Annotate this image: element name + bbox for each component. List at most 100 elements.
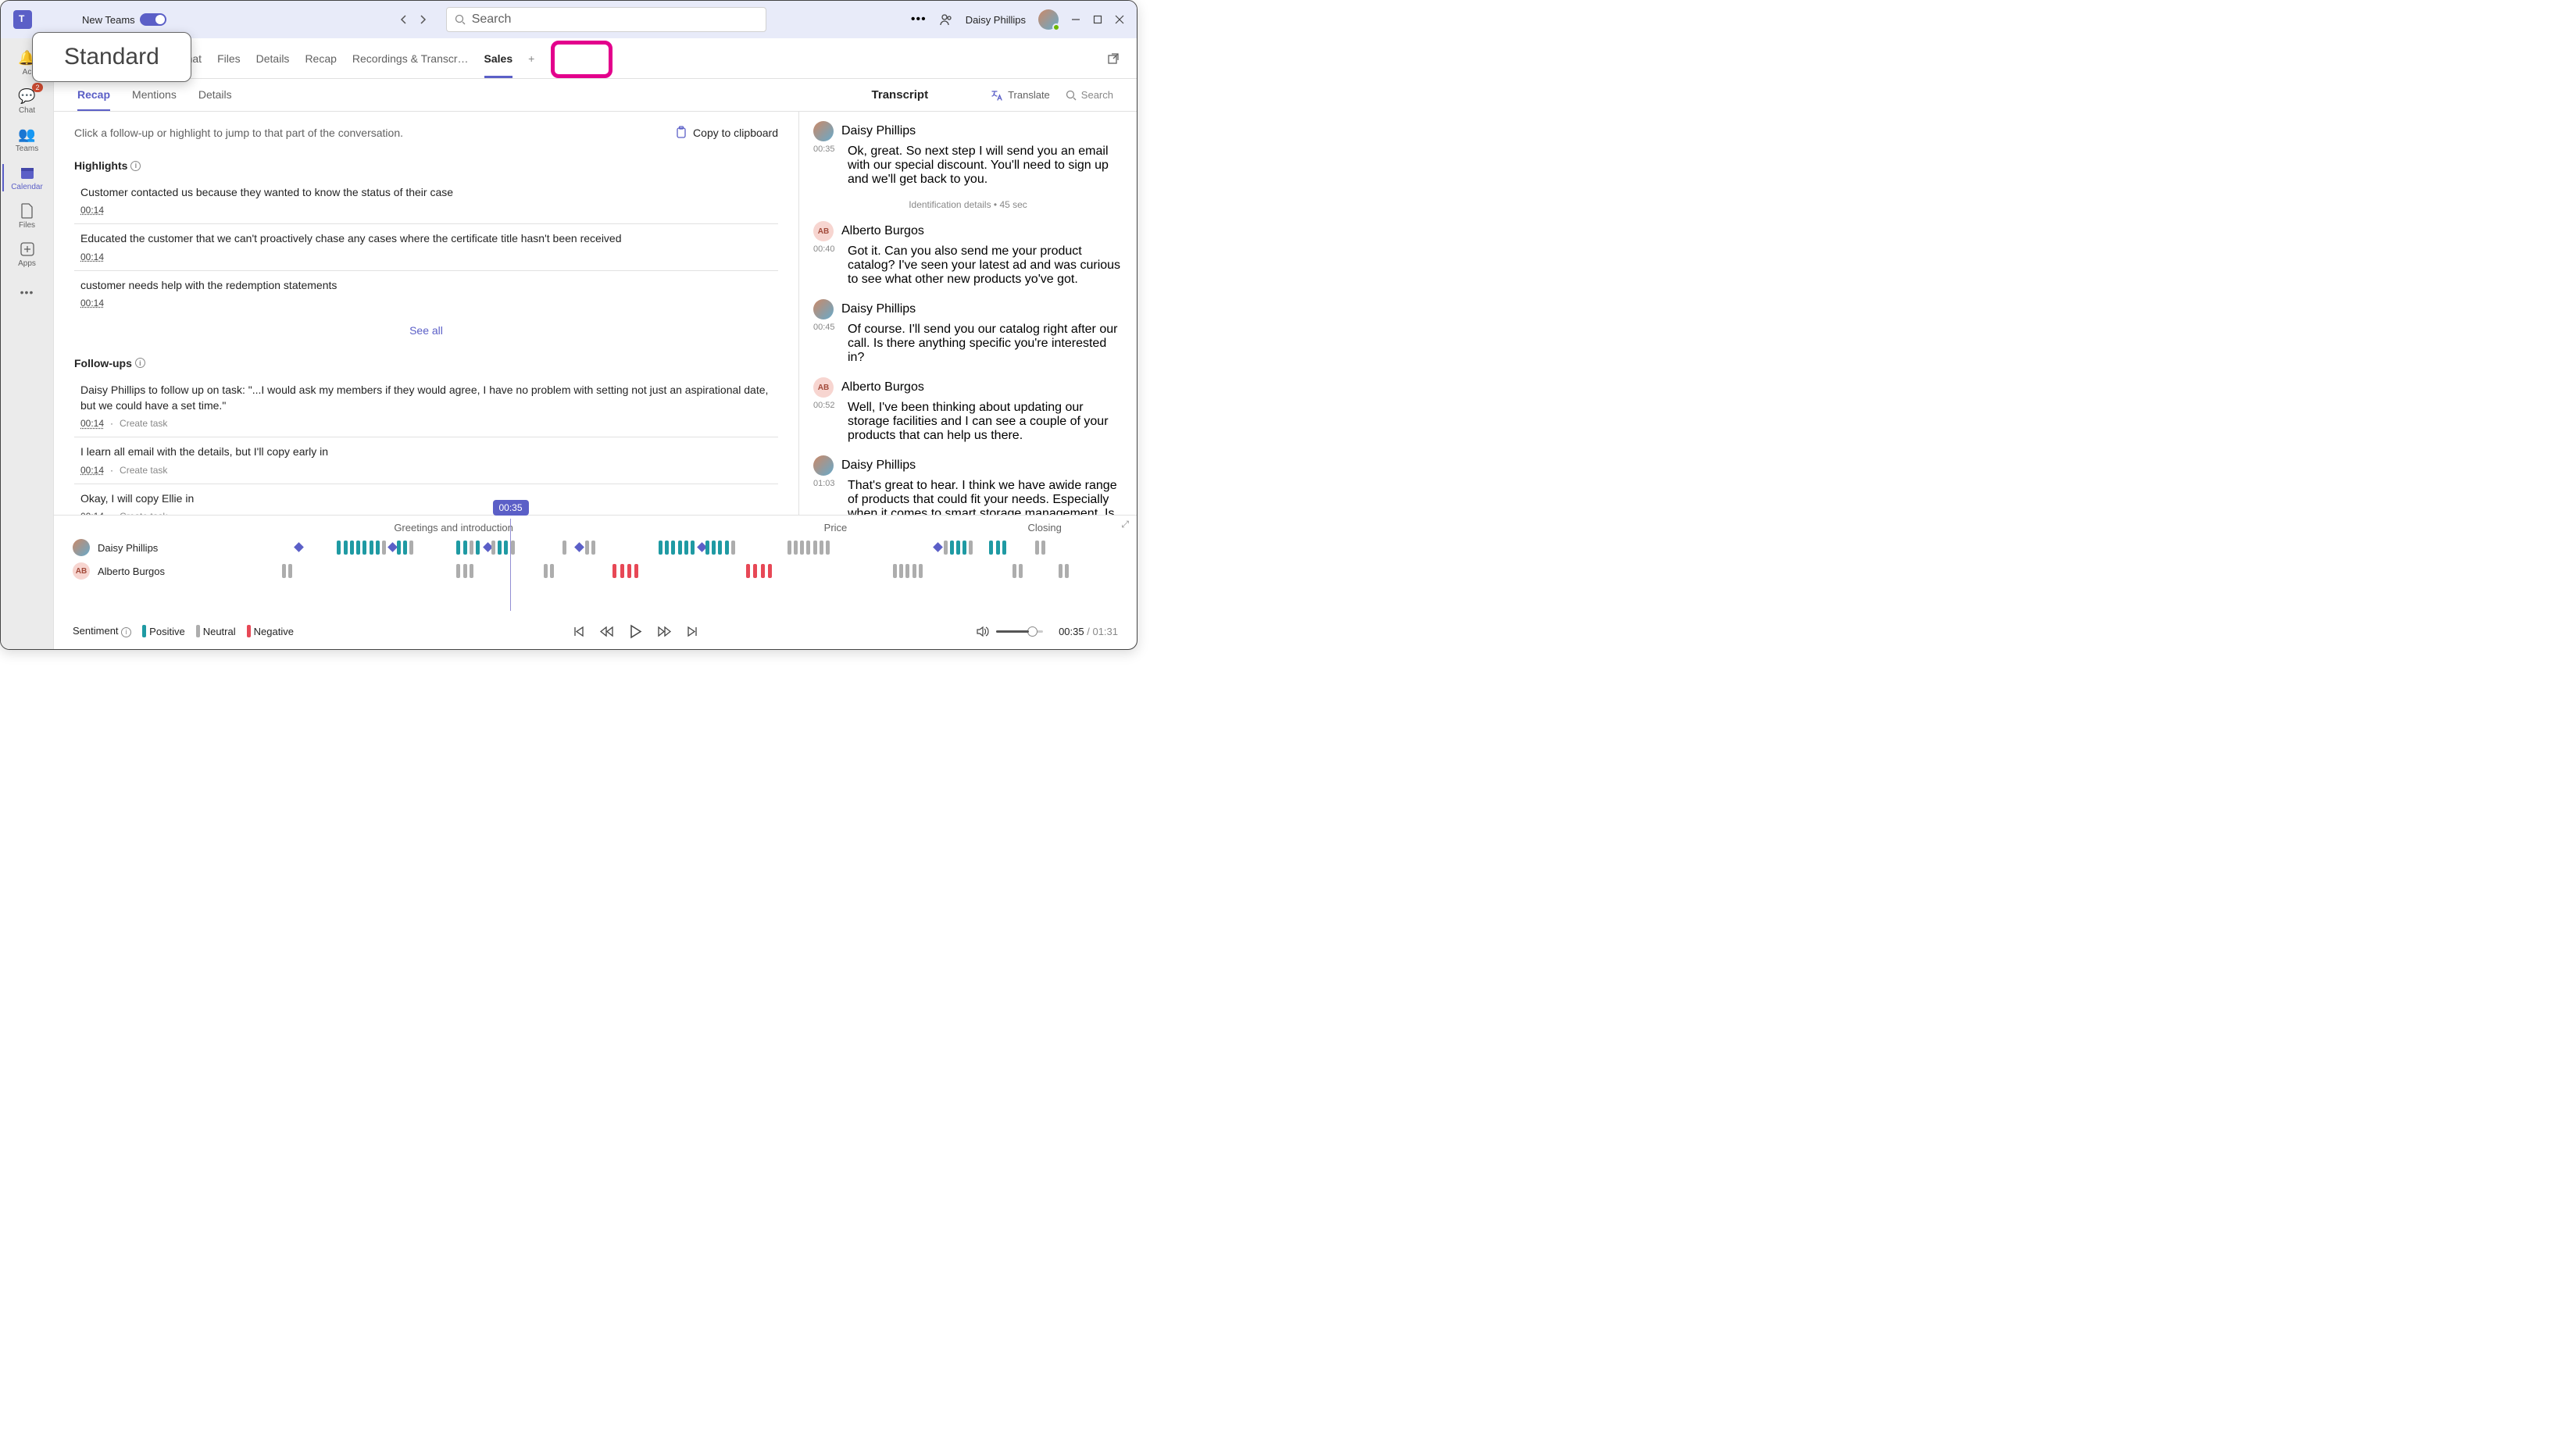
timeline-tick[interactable] [718, 541, 722, 555]
transcript-entry[interactable]: ABAlberto Burgos00:52Well, I've been thi… [813, 377, 1123, 443]
timeline-marker-diamond[interactable] [933, 542, 943, 552]
tab-recordings[interactable]: Recordings & Transcr… [352, 49, 469, 68]
timeline-tick[interactable] [337, 541, 341, 555]
timeline-tick[interactable] [944, 541, 948, 555]
timeline-tick[interactable] [382, 541, 386, 555]
subtab-details[interactable]: Details [198, 88, 232, 102]
timeline-tick[interactable] [659, 541, 662, 555]
timeline-tick[interactable] [826, 541, 830, 555]
info-icon[interactable]: i [121, 627, 131, 637]
timeline-tick[interactable] [969, 541, 973, 555]
create-task-link[interactable]: Create task [120, 465, 167, 476]
timeline-tick[interactable] [671, 541, 675, 555]
skip-next-icon[interactable] [687, 626, 698, 637]
new-teams-toggle[interactable] [140, 13, 166, 26]
nav-forward-icon[interactable] [418, 15, 427, 24]
transcript-entry[interactable]: Daisy Phillips00:45Of course. I'll send … [813, 299, 1123, 365]
timestamp-link[interactable]: 00:14 [80, 465, 104, 476]
timeline-tick[interactable] [350, 541, 354, 555]
translate-button[interactable]: Translate [991, 89, 1050, 102]
followup-item[interactable]: Okay, I will copy Ellie in [80, 491, 772, 506]
timeline-tick[interactable] [956, 541, 960, 555]
highlight-item[interactable]: Customer contacted us because they wante… [80, 184, 772, 200]
tab-files[interactable]: Files [217, 49, 241, 68]
timeline-tick[interactable] [370, 541, 373, 555]
popout-icon[interactable] [1107, 52, 1120, 65]
timeline-track-dp[interactable] [199, 541, 1118, 555]
more-icon[interactable]: ••• [911, 12, 927, 27]
rail-teams[interactable]: 👥 Teams [2, 121, 52, 158]
rail-apps[interactable]: Apps [2, 236, 52, 273]
info-icon[interactable]: i [135, 358, 145, 368]
timeline-tick[interactable] [470, 541, 473, 555]
timeline-tick[interactable] [905, 564, 909, 578]
people-icon[interactable] [939, 12, 953, 27]
timeline-tick[interactable] [712, 541, 716, 555]
timeline-tick[interactable] [1035, 541, 1039, 555]
volume-icon[interactable] [977, 626, 990, 637]
timeline-tick[interactable] [634, 564, 638, 578]
timeline-tick[interactable] [456, 564, 460, 578]
copy-to-clipboard-button[interactable]: Copy to clipboard [675, 126, 778, 139]
fastforward-icon[interactable] [658, 626, 671, 637]
timeline-tick[interactable] [820, 541, 823, 555]
info-icon[interactable]: i [130, 161, 141, 171]
play-icon[interactable] [629, 624, 642, 639]
timestamp-link[interactable]: 00:14 [80, 205, 104, 216]
expand-icon[interactable]: ⤢ [1121, 519, 1129, 530]
timeline-tick[interactable] [950, 541, 954, 555]
timeline-tick[interactable] [813, 541, 817, 555]
timeline-tick[interactable] [806, 541, 810, 555]
transcript-entry[interactable]: Daisy Phillips00:35Ok, great. So next st… [813, 121, 1123, 187]
timeline-tick[interactable] [731, 541, 735, 555]
timeline-tick[interactable] [504, 541, 508, 555]
timeline-tick[interactable] [511, 541, 515, 555]
followup-item[interactable]: Daisy Phillips to follow up on task: "..… [80, 382, 772, 414]
timeline-tick[interactable] [288, 564, 292, 578]
highlight-item[interactable]: customer needs help with the redemption … [80, 277, 772, 293]
rail-chat[interactable]: 💬 2 Chat [2, 83, 52, 120]
transcript-entry[interactable]: Daisy Phillips01:03That's great to hear.… [813, 455, 1123, 515]
tab-sales[interactable]: Sales [484, 49, 513, 68]
timeline-tick[interactable] [665, 541, 669, 555]
playhead[interactable]: 00:35 [510, 519, 511, 611]
rail-more[interactable]: ••• [2, 279, 52, 305]
timestamp-link[interactable]: 00:14 [80, 298, 104, 309]
followup-item[interactable]: I learn all email with the details, but … [80, 444, 772, 459]
rail-calendar[interactable]: Calendar [2, 159, 52, 196]
timeline-tick[interactable] [397, 541, 401, 555]
timeline-tick[interactable] [989, 541, 993, 555]
timeline-tick[interactable] [684, 541, 688, 555]
timeline-tick[interactable] [996, 541, 1000, 555]
timeline-tick[interactable] [491, 541, 495, 555]
timeline-marker-diamond[interactable] [574, 542, 584, 552]
timeline-tick[interactable] [591, 541, 595, 555]
timeline-tick[interactable] [899, 564, 903, 578]
tab-recap[interactable]: Recap [305, 49, 336, 68]
transcript-search[interactable]: Search [1066, 89, 1113, 101]
timeline-tick[interactable] [463, 541, 467, 555]
timeline-tick[interactable] [761, 564, 765, 578]
window-close-icon[interactable] [1115, 15, 1124, 24]
timeline-tick[interactable] [725, 541, 729, 555]
timeline-tick[interactable] [498, 541, 502, 555]
user-avatar[interactable] [1038, 9, 1059, 30]
timeline-tick[interactable] [463, 564, 467, 578]
subtab-mentions[interactable]: Mentions [132, 88, 177, 102]
timeline-tick[interactable] [1019, 564, 1023, 578]
timeline-tick[interactable] [705, 541, 709, 555]
timeline-tick[interactable] [1065, 564, 1069, 578]
timeline-tick[interactable] [612, 564, 616, 578]
timeline-tick[interactable] [409, 541, 413, 555]
timeline-tick[interactable] [476, 541, 480, 555]
timeline-tick[interactable] [800, 541, 804, 555]
timeline-tick[interactable] [585, 541, 589, 555]
skip-prev-icon[interactable] [573, 626, 584, 637]
see-all-button[interactable]: See all [74, 324, 778, 337]
create-task-link[interactable]: Create task [120, 418, 167, 429]
timeline-tick[interactable] [562, 541, 566, 555]
timeline-marker-diamond[interactable] [295, 542, 305, 552]
timeline-tick[interactable] [794, 541, 798, 555]
timeline-track-ab[interactable] [199, 564, 1118, 578]
timeline-tick[interactable] [344, 541, 348, 555]
